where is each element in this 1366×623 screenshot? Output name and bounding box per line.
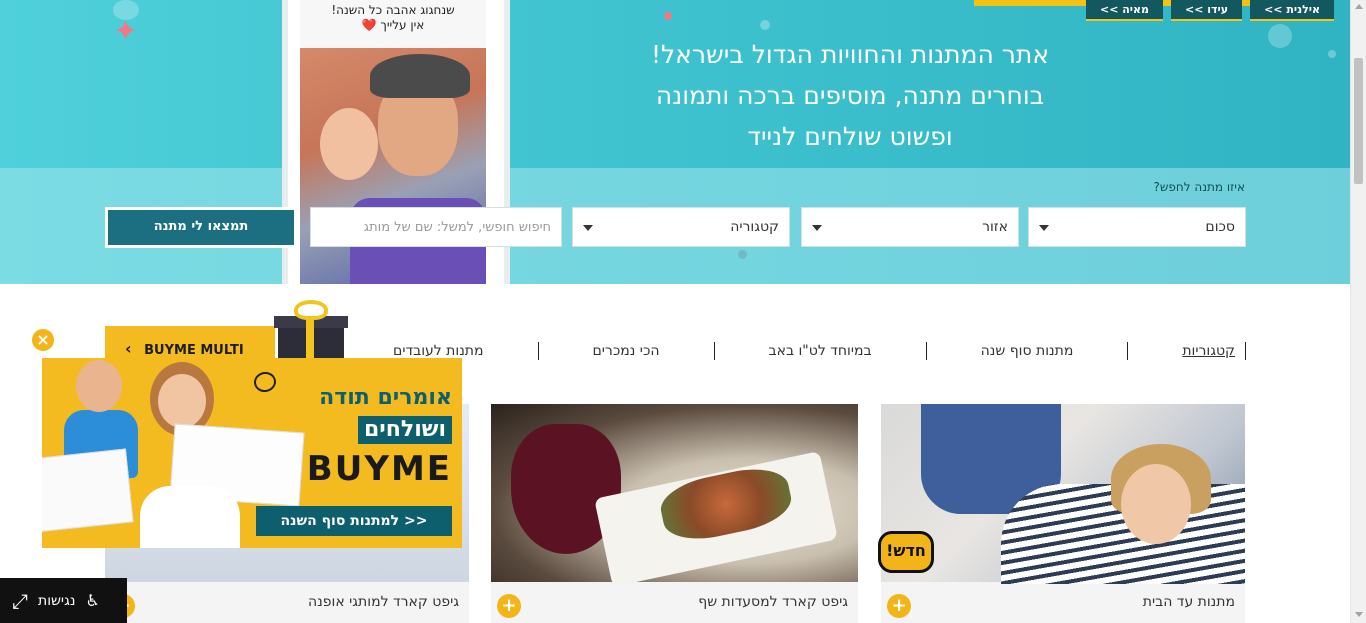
hero-tagline: אתר המתנות והחוויות הגדול בישראל! בוחרים…: [590, 34, 1110, 157]
dropdown-caret-icon: [583, 225, 593, 231]
promo-line-1: אומרים תודה: [319, 385, 452, 410]
close-icon[interactable]: ×: [30, 327, 56, 353]
tagline-line-3: ופשוט שולחים לנייד: [747, 122, 953, 151]
tagline-line-2: בוחרים מתנה, מוסיפים ברכה ותמונה: [655, 81, 1045, 110]
nav-item-year-end-gifts[interactable]: מתנות סוף שנה: [927, 342, 1129, 360]
dropdown-caret-icon: [812, 225, 822, 231]
card-title: גיפט קארד למותגי אופנה: [308, 594, 459, 610]
card-title: גיפט קארד למסעדות שף: [698, 594, 848, 610]
promo-drawing: [42, 448, 134, 534]
top-tab-ido[interactable]: << עידו: [1171, 0, 1243, 21]
new-badge: חדש!: [878, 531, 934, 573]
plus-icon[interactable]: +: [887, 594, 911, 618]
card-image-woman-phone: [881, 404, 1245, 584]
promo-boy-face: [76, 360, 122, 412]
accessibility-button[interactable]: ⤢ נגישות ♿: [0, 578, 127, 623]
search-label: איזו מתנה לחפש?: [1153, 180, 1245, 194]
card-image-face: [1121, 464, 1191, 544]
product-card-home-delivery[interactable]: מתנות עד הבית +: [881, 404, 1245, 623]
card-title: מתנות עד הבית: [1142, 594, 1235, 610]
gift-icon: [272, 300, 348, 362]
buyme-multi-label: BUYME MULTI: [144, 343, 244, 358]
promo-brand: BUYME: [306, 449, 452, 489]
scroll-thumb[interactable]: [1354, 58, 1363, 184]
page: ✦ << מאיה << עידו << אילנית אתר המתנות ו…: [0, 0, 1366, 623]
region-select[interactable]: אזור: [801, 207, 1019, 247]
region-select-value: אזור: [982, 219, 1008, 235]
plus-icon[interactable]: +: [497, 594, 521, 618]
promo-banner[interactable]: אומרים תודה ושולחים BUYME << למתנות סוף …: [42, 358, 462, 548]
tagline-line-1: אתר המתנות והחוויות הגדול בישראל!: [650, 40, 1050, 69]
product-card-chef-restaurants[interactable]: גיפט קארד למסעדות שף +: [491, 404, 858, 623]
card-image-food-wine: [491, 404, 858, 587]
promo-line-2: ושולחים: [357, 416, 452, 444]
scroll-down-arrow-icon[interactable]: [1355, 612, 1363, 617]
promo-girl-face: [158, 374, 206, 428]
couple-photo: [300, 48, 486, 284]
nav-item-best-sellers[interactable]: הכי נמכרים: [539, 342, 715, 360]
category-select[interactable]: קטגוריה: [572, 207, 790, 247]
nav-item-categories[interactable]: קטגוריות: [1128, 342, 1246, 360]
nav-item-tu-bav[interactable]: במיוחד לט"ו באב: [715, 342, 927, 360]
hero-banner: ✦ << מאיה << עידו << אילנית אתר המתנות ו…: [0, 0, 1350, 284]
top-tab-ilanit[interactable]: << אילנית: [1250, 0, 1334, 21]
photo-face-woman: [320, 108, 378, 180]
dropdown-caret-icon: [1039, 225, 1049, 231]
amount-select-value: סכום: [1205, 219, 1235, 235]
expand-icon[interactable]: ⤢: [12, 589, 28, 613]
promo-girl-dress: [140, 486, 240, 548]
promo-text: אומרים תודה ושולחים BUYME: [272, 384, 452, 490]
decor-bubble: [664, 12, 672, 20]
decor-bubble: [738, 250, 747, 259]
chevron-left-icon: ‹: [125, 339, 132, 358]
phone-caption: שנחגוג אהבה כל השנה! אין עלייך ❤️: [300, 0, 486, 48]
gift-bow: [294, 300, 328, 320]
category-nav: קטגוריות מתנות סוף שנה במיוחד לט"ו באב ה…: [380, 340, 1246, 362]
wheelchair-icon: ♿: [85, 591, 100, 610]
amount-select[interactable]: סכום: [1028, 207, 1246, 247]
top-tabs: << מאיה << עידו << אילנית: [1085, 0, 1334, 21]
decor-bubble: [1328, 50, 1336, 58]
promo-kids-photo: [42, 358, 305, 548]
top-tab-maya[interactable]: << מאיה: [1085, 0, 1164, 21]
decor-bubble: [1268, 24, 1292, 48]
phone-caption-line-1: שנחגוג אהבה כל השנה!: [331, 3, 455, 17]
promo-cta-button[interactable]: << למתנות סוף השנה: [256, 506, 452, 536]
photo-cap: [370, 54, 470, 98]
page-scrollbar[interactable]: [1350, 0, 1366, 623]
sparkle-icon: ✦: [113, 14, 139, 49]
category-select-value: קטגוריה: [730, 219, 779, 235]
scroll-up-arrow-icon[interactable]: [1355, 4, 1363, 9]
phone-caption-line-2: אין עלייך ❤️: [361, 18, 425, 32]
decor-bubble: [760, 20, 770, 30]
find-gift-button[interactable]: תמצאו לי מתנה: [105, 207, 297, 248]
free-search-input[interactable]: [310, 207, 562, 247]
accessibility-label: נגישות: [38, 592, 76, 609]
gift-ribbon: [306, 316, 314, 360]
